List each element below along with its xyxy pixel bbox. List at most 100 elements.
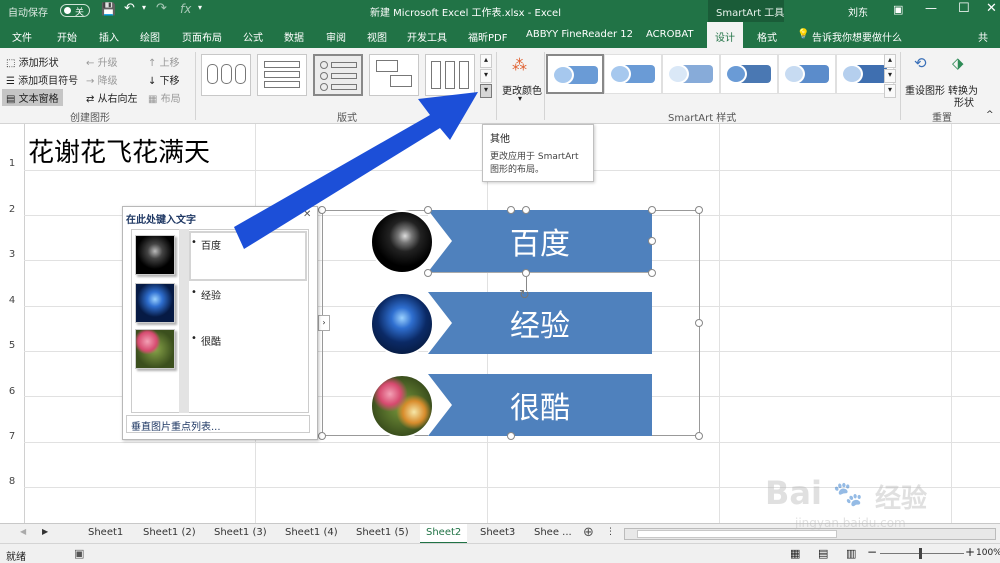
tab-review[interactable]: 审阅 [326,29,346,44]
shape-resize-handle[interactable] [522,269,530,277]
frame-resize-handle[interactable] [695,432,703,440]
minimize-icon[interactable]: — [925,1,937,15]
change-colors-button[interactable]: ⁂ 更改颜色 ▾ [500,52,542,106]
picture-circle-1[interactable] [370,210,434,274]
promote-button[interactable]: ← 升级 [86,54,118,69]
insert-function-icon[interactable]: fx [180,2,191,16]
row-header-2[interactable]: 2 [0,204,24,215]
tab-design[interactable]: 设计 [707,22,743,48]
zoom-in-icon[interactable]: + [965,545,975,559]
style-thumb-4[interactable] [720,54,778,94]
text-pane-item-3[interactable]: 很酷 [191,333,221,348]
page-layout-view-icon[interactable]: ▤ [818,547,828,560]
autosave-toggle[interactable]: 关 [60,4,90,18]
sheet-tab-7[interactable]: Sheet3 [480,527,515,538]
layout-thumb-2[interactable] [257,54,307,96]
thumbnail-2[interactable] [135,283,175,323]
style-thumb-5[interactable] [778,54,836,94]
layout-thumb-3-selected[interactable] [313,54,363,96]
sheet-tab-2[interactable]: Sheet1 (2) [143,527,196,538]
add-sheet-icon[interactable]: ⊕ [583,525,594,540]
rotate-handle-icon[interactable]: ↻ [519,288,530,303]
frame-resize-handle[interactable] [695,206,703,214]
undo-dropdown-icon[interactable]: ▾ [142,3,146,12]
smartart-bar-3[interactable]: 很酷 [428,374,652,436]
prev-sheet-icon[interactable]: ◀ [20,527,26,536]
tab-splitter-icon[interactable]: ⋮ [606,527,615,537]
ribbon-display-icon[interactable]: ▣ [893,3,903,16]
thumbnail-3[interactable] [135,329,175,369]
undo-icon[interactable]: ↶ [124,1,135,16]
sheet-tab-3[interactable]: Sheet1 (3) [214,527,267,538]
user-name[interactable]: 刘东 [848,4,868,19]
row-header-6[interactable]: 6 [0,386,24,397]
zoom-slider[interactable] [880,553,964,554]
style-thumb-1-selected[interactable] [546,54,604,94]
tab-developer[interactable]: 开发工具 [407,29,447,44]
styles-scroll-down-icon[interactable]: ▾ [884,69,896,83]
row-header-4[interactable]: 4 [0,295,24,306]
styles-scroll-up-icon[interactable]: ▴ [884,54,896,68]
save-icon[interactable]: 💾 [101,2,116,16]
sheet-tab-5[interactable]: Sheet1 (5) [356,527,409,538]
frame-resize-handle[interactable] [507,432,515,440]
style-thumb-2[interactable] [604,54,662,94]
tab-data[interactable]: 数据 [284,29,304,44]
row-header-3[interactable]: 3 [0,249,24,260]
row-header-7[interactable]: 7 [0,431,24,442]
row-header-8[interactable]: 8 [0,476,24,487]
convert-to-shapes-button[interactable]: ⬗ 转换为 形状 [946,52,980,109]
qat-customize-icon[interactable]: ▾ [198,3,202,12]
layout-button[interactable]: ▦ 布局 [148,90,181,105]
frame-resize-handle[interactable] [318,206,326,214]
zoom-slider-thumb[interactable] [919,548,922,559]
shape-resize-handle[interactable] [424,206,432,214]
share-button[interactable]: 共 [978,29,988,44]
tab-foxit-pdf[interactable]: 福昕PDF [468,29,507,44]
frame-resize-handle[interactable] [695,319,703,327]
layouts-more-icon[interactable]: ▾ [480,84,492,98]
tell-me-search[interactable]: 告诉我你想要做什么 [812,29,902,44]
smartart-bar-2[interactable]: 经验 [428,292,652,354]
tab-page-layout[interactable]: 页面布局 [182,29,222,44]
text-pane-item-1[interactable]: 百度 [191,237,221,252]
add-bullet-button[interactable]: ☰ 添加项目符号 [6,72,78,87]
shape-resize-handle[interactable] [648,237,656,245]
expand-text-pane-icon[interactable]: › [318,315,330,331]
picture-circle-2[interactable] [370,292,434,356]
tab-abbyy[interactable]: ABBYY FineReader 12 [526,29,633,40]
row-header-5[interactable]: 5 [0,340,24,351]
tab-home[interactable]: 开始 [57,29,77,44]
text-pane-button[interactable]: ▤ 文本窗格 [2,89,63,106]
layout-thumb-5[interactable] [425,54,475,96]
move-up-button[interactable]: ↑ 上移 [148,54,180,69]
layout-thumb-4[interactable] [369,54,419,96]
row-header-1[interactable]: 1 [0,158,24,169]
zoom-out-icon[interactable]: − [867,545,877,559]
sheet-tab-4[interactable]: Sheet1 (4) [285,527,338,538]
frame-resize-handle[interactable] [318,432,326,440]
close-icon[interactable]: ✕ [986,1,997,16]
right-to-left-button[interactable]: ⇄ 从右向左 [86,90,138,105]
layout-description-link[interactable]: 垂直图片重点列表... [126,415,310,433]
tab-file[interactable]: 文件 [12,29,32,44]
normal-view-icon[interactable]: ▦ [790,547,800,560]
tab-acrobat[interactable]: ACROBAT [646,29,694,40]
page-break-view-icon[interactable]: ▥ [846,547,856,560]
move-down-button[interactable]: ↓ 下移 [148,72,180,87]
layouts-scroll-down-icon[interactable]: ▾ [480,69,492,83]
zoom-level[interactable]: 100% [976,548,1000,558]
text-pane-item-2[interactable]: 经验 [191,287,221,302]
reset-graphic-button[interactable]: ⟲ 重设图形 [904,52,945,106]
tab-insert[interactable]: 插入 [99,29,119,44]
tab-formulas[interactable]: 公式 [243,29,263,44]
next-sheet-icon[interactable]: ▶ [42,527,48,536]
shape-resize-handle[interactable] [648,206,656,214]
sheet-tab-more[interactable]: Shee ... [534,527,572,538]
layout-thumb-1[interactable] [201,54,251,96]
sheet-tab-active[interactable]: Sheet2 [420,524,468,544]
picture-circle-3[interactable] [370,374,434,438]
style-thumb-3[interactable] [662,54,720,94]
macro-record-icon[interactable]: ▣ [74,547,84,560]
tab-draw[interactable]: 绘图 [140,29,160,44]
